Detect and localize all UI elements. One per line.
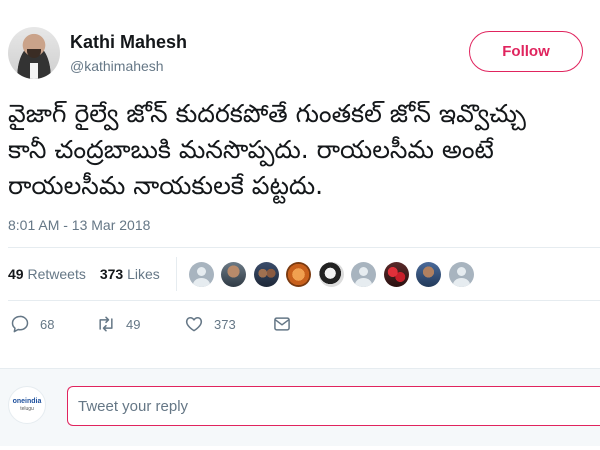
retweets-count: 49 (8, 266, 24, 282)
liker-avatar[interactable] (448, 261, 474, 287)
likes-stat[interactable]: 373 Likes (100, 266, 160, 282)
liker-avatar[interactable] (318, 261, 344, 287)
divider (8, 300, 600, 301)
retweets-label: Retweets (27, 266, 86, 282)
liker-avatar[interactable] (188, 261, 214, 287)
like-count: 373 (214, 316, 236, 332)
likes-label: Likes (127, 266, 160, 282)
reply-avatar: oneindia telugu (8, 386, 46, 424)
oneindia-logo: oneindia (12, 398, 42, 405)
tweet-actions: 68 49 373 (10, 314, 410, 340)
liker-avatars (188, 261, 482, 287)
tweet-text: వైజాగ్ రైల్వే జోన్ కుదరకపోతే గుంతకల్ జోన… (8, 96, 600, 204)
envelope-icon (274, 317, 290, 331)
message-action[interactable] (272, 314, 302, 334)
retweet-action[interactable]: 49 (96, 314, 140, 334)
liker-avatar[interactable] (253, 261, 279, 287)
oneindia-logo-sub: telugu (20, 406, 34, 412)
retweet-count: 49 (126, 316, 141, 332)
tweet-stats: 49 Retweets 373 Likes (8, 252, 600, 296)
reply-count: 68 (40, 316, 55, 332)
liker-avatar[interactable] (221, 261, 247, 287)
reply-icon (11, 315, 29, 333)
author-avatar[interactable] (8, 27, 60, 79)
tweet-timestamp[interactable]: 8:01 AM - 13 Mar 2018 (8, 217, 150, 233)
retweet-icon (99, 316, 113, 332)
tweet-header: Kathi Mahesh @kathimahesh Follow (8, 22, 592, 82)
tweet-text-line: రాయలసీమ నాయకులకే పట్టదు. (8, 171, 324, 200)
reply-bar: oneindia telugu (0, 368, 600, 446)
tweet-text-line: కానీ చంద్రబాబుకి మనసొప్పదు. రాయలసీమ అంటే (8, 135, 494, 164)
liker-avatar[interactable] (383, 261, 409, 287)
tweet-text-line: వైజాగ్ రైల్వే జోన్ కుదరకపోతే గుంతకల్ జోన… (8, 99, 526, 128)
liker-avatar[interactable] (286, 261, 312, 287)
liker-avatar[interactable] (416, 261, 442, 287)
avatar-shirt (30, 63, 38, 79)
divider (8, 247, 600, 248)
reply-action[interactable]: 68 (10, 314, 54, 334)
author-name[interactable]: Kathi Mahesh (70, 32, 187, 53)
follow-button[interactable]: Follow (469, 31, 583, 72)
liker-avatar[interactable] (351, 261, 377, 287)
author-handle[interactable]: @kathimahesh (70, 58, 164, 74)
like-action[interactable]: 373 (184, 314, 236, 334)
retweets-stat[interactable]: 49 Retweets (8, 266, 86, 282)
reply-input[interactable] (67, 386, 600, 426)
heart-icon (185, 317, 203, 332)
likes-count: 373 (99, 266, 124, 282)
avatar-beard (27, 49, 41, 58)
stats-separator (175, 257, 177, 291)
